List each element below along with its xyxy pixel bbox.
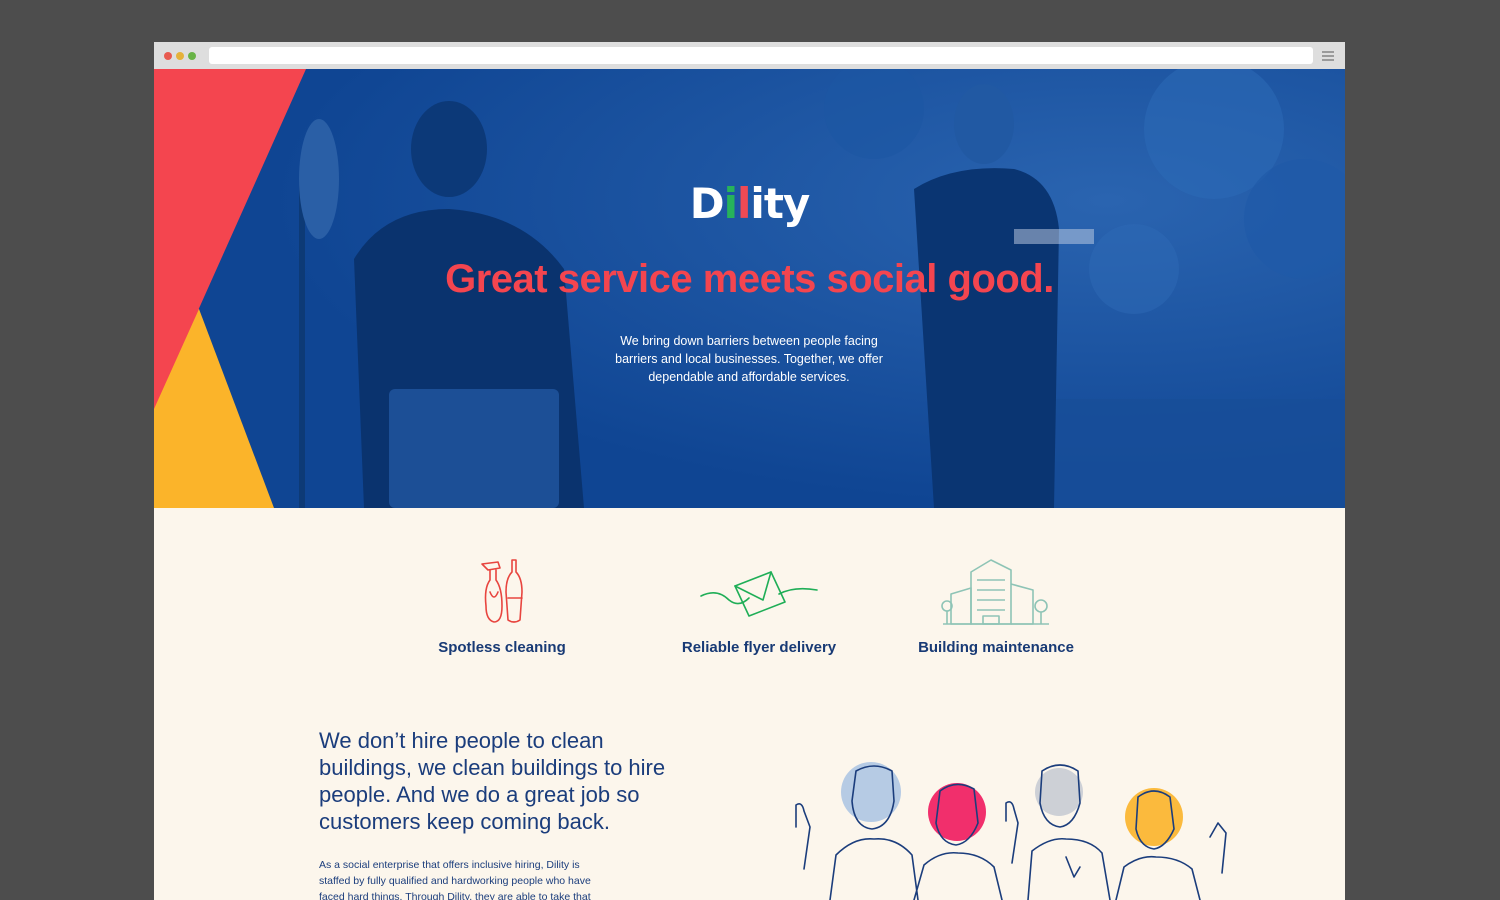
close-window-dot[interactable] [164,52,172,60]
building-icon [941,559,1049,625]
service-flyer-delivery[interactable]: Reliable flyer delivery [659,558,859,656]
service-cleaning[interactable]: Spotless cleaning [422,558,582,656]
service-label: Spotless cleaning [438,639,566,656]
minimize-window-dot[interactable] [176,52,184,60]
maximize-window-dot[interactable] [188,52,196,60]
hero-section: Dility Great service meets social good. … [154,69,1345,508]
team-illustration [795,762,1227,900]
mission-statement: We don’t hire people to clean buildings,… [319,728,666,834]
envelope-icon [700,571,818,617]
address-bar[interactable] [209,47,1313,64]
service-label: Building maintenance [918,639,1074,656]
hamburger-menu-icon[interactable] [1322,51,1334,61]
browser-toolbar [154,42,1345,69]
cleaning-bottles-icon [481,559,523,623]
service-label: Reliable flyer delivery [681,639,837,656]
hero-subtext: We bring down barriers between people fa… [615,334,883,384]
service-building-maintenance[interactable]: Building maintenance [906,558,1086,656]
browser-window: Dility Great service meets social good. … [154,42,1345,900]
mission-body-copy: As a social enterprise that offers inclu… [319,859,591,900]
hero-headline: Great service meets social good. [445,257,1054,301]
services-row: Spotless cleaning Reliable flyer deliver… [154,508,1345,688]
dility-logo[interactable]: Dility [154,179,1345,228]
